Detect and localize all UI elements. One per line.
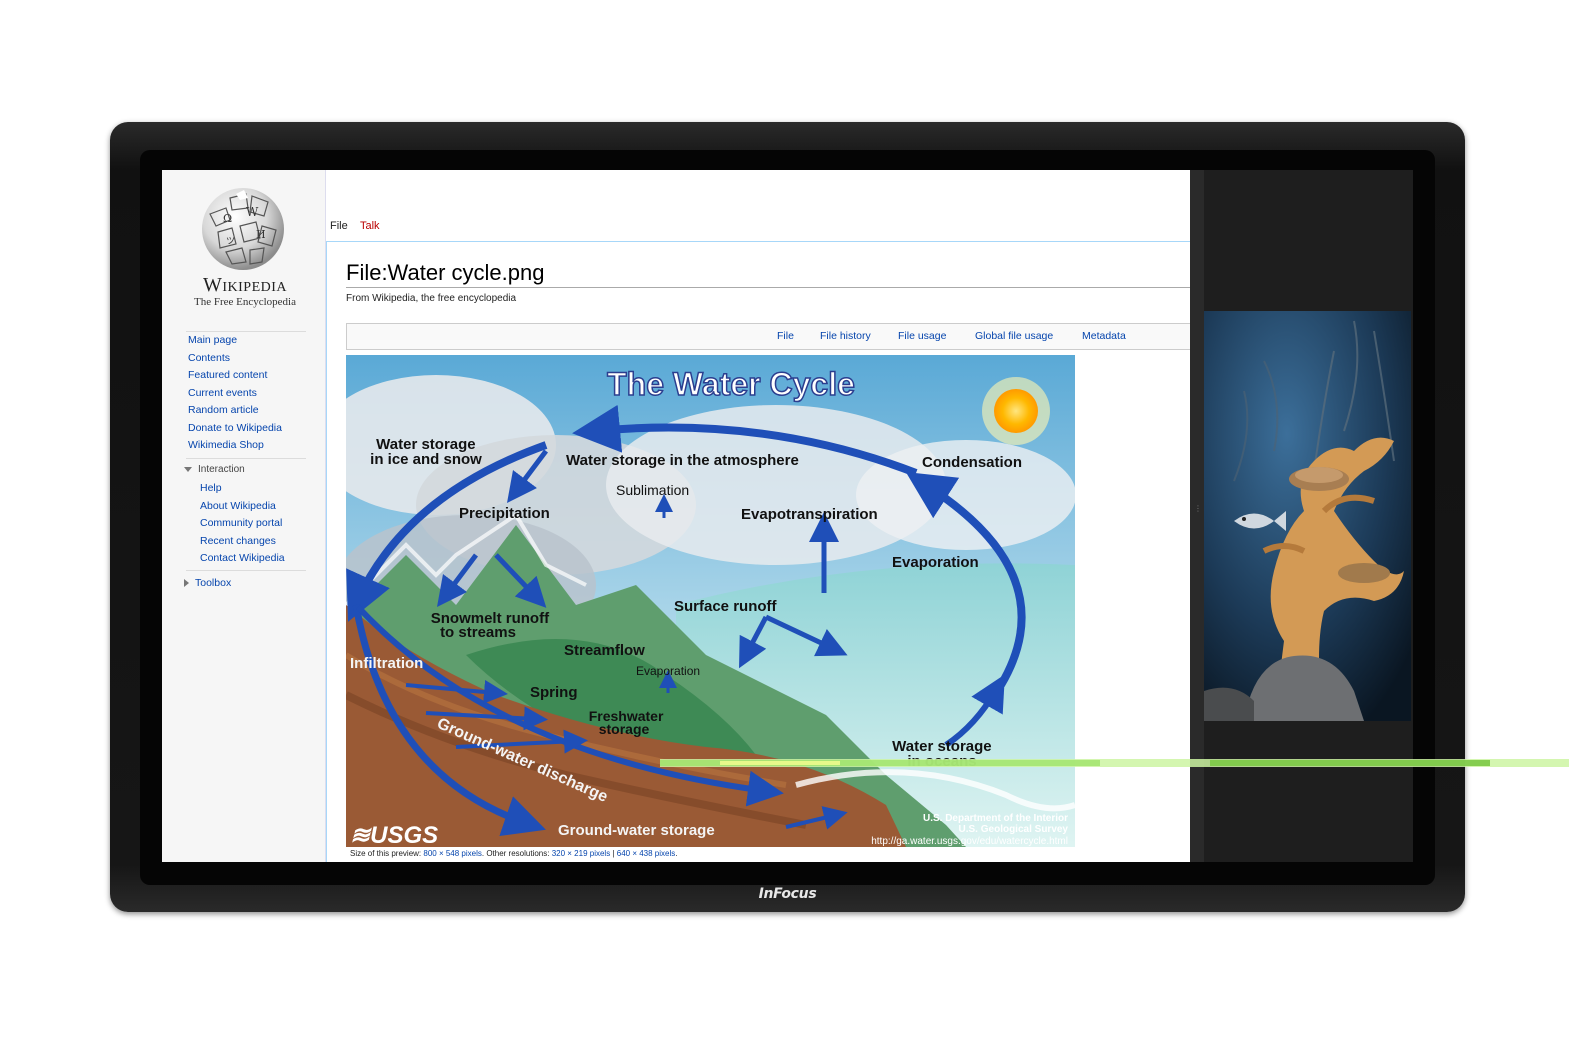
- filetoc-file-link[interactable]: File: [777, 330, 794, 342]
- nav-divider: [186, 458, 306, 459]
- sidebar: Ω W И ツ Wikipedia The Free Encyclopedia …: [162, 170, 326, 862]
- label-dept: U.S. Department of the Interior: [923, 813, 1068, 824]
- svg-text:W: W: [246, 205, 259, 219]
- label-survey: U.S. Geological Survey: [959, 824, 1069, 835]
- nav-recent-changes[interactable]: Recent changes: [200, 533, 285, 551]
- filetoc-file-usage-link[interactable]: File usage: [898, 330, 946, 342]
- tab-file[interactable]: File: [330, 220, 348, 232]
- label-gw-storage: Ground-water storage: [558, 822, 715, 839]
- interaction-list: Help About Wikipedia Community portal Re…: [200, 480, 285, 568]
- nav-main-list: Main page Contents Featured content Curr…: [188, 332, 282, 455]
- label-infiltration: Infiltration: [350, 655, 423, 672]
- label-snowmelt-line2: to streams: [440, 624, 516, 641]
- nav-current-events[interactable]: Current events: [188, 385, 282, 403]
- water-cycle-image[interactable]: The Water Cycle Water storage in ice and…: [346, 355, 1075, 847]
- label-condensation: Condensation: [922, 454, 1022, 471]
- nav-about-wikipedia[interactable]: About Wikipedia: [200, 498, 285, 516]
- nav-divider: [186, 570, 306, 571]
- chevron-down-icon: [184, 466, 192, 472]
- label-surface-runoff: Surface runoff: [674, 598, 778, 615]
- diagram-title: The Water Cycle: [607, 366, 855, 402]
- nav-community-portal[interactable]: Community portal: [200, 515, 285, 533]
- interaction-heading: Interaction: [198, 464, 245, 475]
- nav-featured-content[interactable]: Featured content: [188, 367, 282, 385]
- label-evaporation-small: Evaporation: [636, 664, 700, 678]
- preview-suffix: .: [675, 849, 678, 858]
- svg-text:ツ: ツ: [226, 237, 235, 247]
- nav-contact-wikipedia[interactable]: Contact Wikipedia: [200, 550, 285, 568]
- label-ice-line2: in ice and snow: [370, 451, 482, 468]
- page-tagline: From Wikipedia, the free encyclopedia: [346, 293, 517, 304]
- label-freshwater-line2: storage: [599, 721, 650, 737]
- nav-contents[interactable]: Contents: [188, 350, 282, 368]
- preview-size-link[interactable]: 800 × 548 pixels: [423, 849, 482, 858]
- resolution-640-link[interactable]: 640 × 438 pixels: [617, 849, 676, 858]
- filetoc-global-usage-link[interactable]: Global file usage: [975, 330, 1053, 342]
- label-evapotranspiration: Evapotranspiration: [741, 506, 878, 523]
- svg-text:И: И: [256, 228, 266, 241]
- display-monitor: Ω W И ツ Wikipedia The Free Encyclopedia …: [110, 122, 1465, 912]
- preview-sep: |: [612, 849, 615, 858]
- label-atmosphere: Water storage in the atmosphere: [566, 452, 799, 469]
- file-toc: File File history File usage Global file…: [346, 323, 1191, 350]
- photo-scene: Ω W И ツ Wikipedia The Free Encyclopedia …: [0, 0, 1569, 1043]
- tab-talk[interactable]: Talk: [360, 220, 380, 232]
- label-precipitation: Precipitation: [459, 505, 550, 522]
- label-ice: Water storage in ice and snow: [370, 436, 482, 468]
- page-title: File:Water cycle.png: [346, 260, 545, 285]
- filetoc-file-history-link[interactable]: File history: [820, 330, 871, 342]
- nav-random-article[interactable]: Random article: [188, 402, 282, 420]
- wikipedia-tagline: The Free Encyclopedia: [193, 296, 296, 308]
- preview-other: . Other resolutions:: [481, 849, 550, 858]
- chevron-right-icon: [184, 579, 189, 588]
- display-glitch-strip: [660, 759, 1569, 767]
- usgs-logo: ≋USGS: [350, 822, 438, 847]
- nav-help[interactable]: Help: [200, 480, 285, 498]
- wikipedia-wordmark: Wikipedia: [202, 274, 288, 296]
- label-url: http://ga.water.usgs.gov/edu/watercycle.…: [871, 836, 1068, 847]
- water-cycle-illustration: The Water Cycle Water storage in ice and…: [346, 355, 1075, 847]
- nav-donate[interactable]: Donate to Wikipedia: [188, 420, 282, 438]
- label-evaporation: Evaporation: [892, 554, 979, 571]
- usgs-logo-text: USGS: [370, 822, 438, 847]
- toolbox-label: Toolbox: [195, 577, 232, 589]
- interaction-toggle[interactable]: Interaction: [184, 464, 245, 475]
- resolution-320-link[interactable]: 320 × 219 pixels: [552, 849, 611, 858]
- title-divider: [346, 287, 1191, 288]
- label-streamflow: Streamflow: [564, 642, 645, 659]
- aquarium-photo[interactable]: [1204, 311, 1411, 721]
- wikipedia-globe-icon[interactable]: Ω W И ツ: [196, 186, 290, 272]
- page-tabs: File Talk: [326, 214, 1190, 242]
- toolbox-toggle[interactable]: Toolbox: [184, 577, 231, 589]
- label-sublimation: Sublimation: [616, 482, 689, 498]
- preview-prefix: Size of this preview:: [350, 849, 422, 858]
- nav-main-page[interactable]: Main page: [188, 332, 282, 350]
- label-spring: Spring: [530, 684, 578, 701]
- svg-text:Ω: Ω: [223, 212, 232, 225]
- main-content: File:Water cycle.png From Wikipedia, the…: [326, 242, 1191, 862]
- monitor-brand-logo: InFocus: [758, 886, 817, 902]
- preview-size-note: Size of this preview: 800 × 548 pixels. …: [350, 849, 677, 858]
- nav-wikimedia-shop[interactable]: Wikimedia Shop: [188, 437, 282, 455]
- filetoc-metadata-link[interactable]: Metadata: [1082, 330, 1126, 342]
- drag-handle-icon[interactable]: ⋮: [1194, 505, 1202, 526]
